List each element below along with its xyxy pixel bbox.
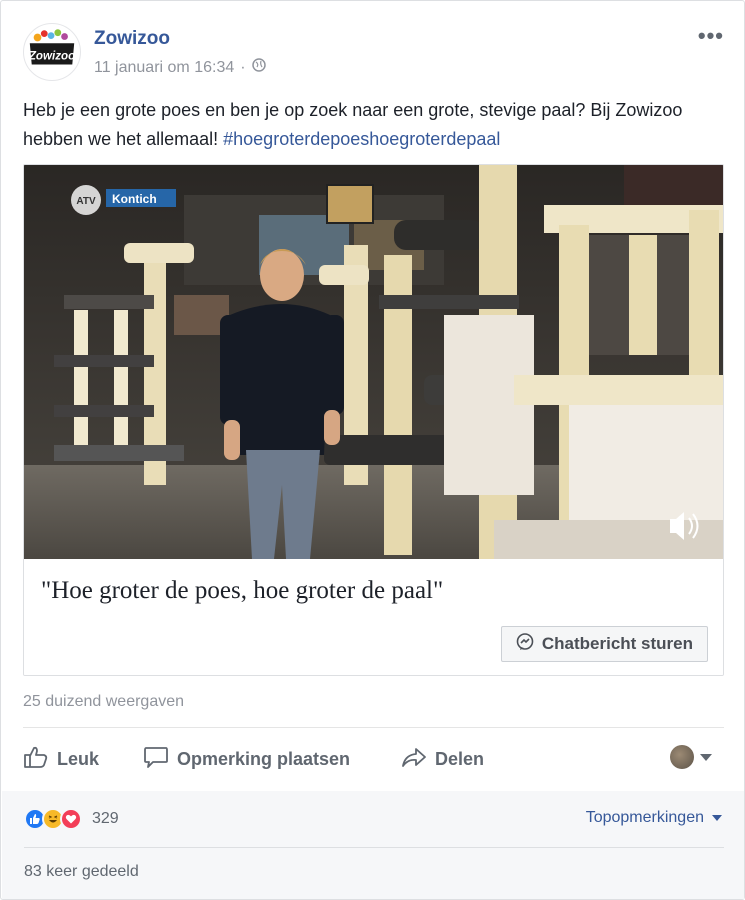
more-options-button[interactable]: •••	[698, 23, 724, 49]
channel-logo: ATV	[76, 196, 96, 207]
video-frame: ATV Kontich	[24, 165, 723, 559]
link-card: "Hoe groter de poes, hoe groter de paal"…	[24, 559, 723, 675]
globe-icon[interactable]	[251, 58, 266, 77]
hashtag-link[interactable]: #hoegroterdepoeshoegroterdepaal	[223, 129, 500, 149]
view-count: 25 duizend weergaven	[23, 693, 185, 710]
post-meta: 11 januari om 16:34 ·	[94, 58, 266, 77]
post-as-selector[interactable]	[670, 745, 712, 769]
reaction-summary[interactable]: 329	[24, 808, 119, 830]
chevron-down-icon	[700, 753, 712, 761]
location-label: Kontich	[112, 192, 157, 206]
page-name[interactable]: Zowizoo	[94, 28, 170, 50]
reaction-count: 329	[92, 810, 119, 827]
like-button[interactable]: Leuk	[23, 741, 99, 777]
post-card: Zowizoo Zowizoo 11 januari om 16:34 · ••…	[0, 0, 745, 900]
action-bar: Leuk Opmerking plaatsen Delen	[23, 741, 724, 777]
post-timestamp[interactable]: 11 januari om 16:34	[94, 59, 234, 77]
like-label: Leuk	[57, 748, 100, 769]
comment-sort-label: Topopmerkingen	[585, 809, 704, 826]
zowizoo-logo: Zowizoo	[28, 29, 75, 65]
send-message-button[interactable]: Chatbericht sturen	[500, 626, 708, 662]
divider	[23, 727, 724, 728]
love-reaction-icon	[60, 808, 82, 830]
feedback-section: 329 Topopmerkingen 83 keer gedeeld	[2, 791, 744, 899]
divider	[24, 847, 724, 848]
share-label: Delen	[435, 748, 485, 769]
chevron-down-icon	[712, 815, 722, 821]
comment-icon	[143, 745, 169, 774]
thumbs-up-icon	[23, 745, 49, 774]
page-avatar[interactable]: Zowizoo	[23, 23, 81, 81]
share-count[interactable]: 83 keer gedeeld	[24, 863, 139, 881]
video-caption: "Hoe groter de poes, hoe groter de paal"	[41, 577, 444, 604]
send-message-label: Chatbericht sturen	[541, 634, 693, 653]
messenger-icon	[516, 632, 534, 656]
share-button[interactable]: Delen	[401, 741, 484, 777]
comment-button[interactable]: Opmerking plaatsen	[143, 741, 350, 777]
comment-label: Opmerking plaatsen	[177, 748, 351, 769]
video-player[interactable]: ATV Kontich	[24, 165, 723, 559]
svg-text:Zowizoo: Zowizoo	[28, 51, 75, 63]
post-text: Heb je een grote poes en ben je op zoek …	[23, 96, 723, 154]
video-attachment[interactable]: ATV Kontich "Hoe groter de poes, hoe gro…	[23, 164, 724, 676]
share-icon	[401, 745, 427, 774]
comment-sort-dropdown[interactable]: Topopmerkingen	[586, 809, 722, 827]
meta-separator: ·	[240, 58, 246, 76]
avatar	[670, 745, 694, 769]
